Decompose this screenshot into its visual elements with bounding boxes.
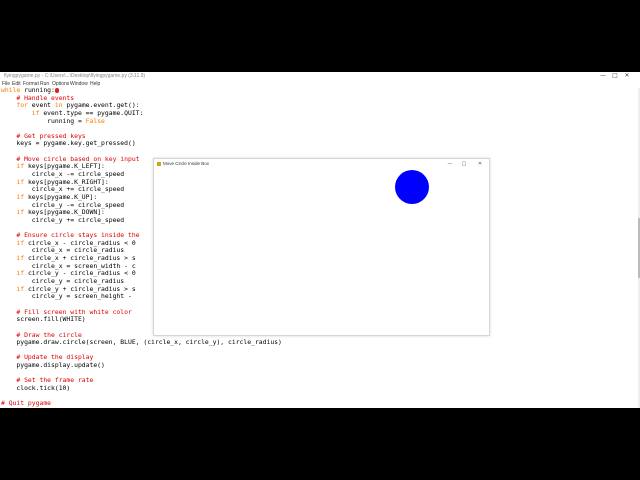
code-line[interactable]: clock.tick(10) — [1, 383, 282, 393]
code-token: pygame.display.update() — [1, 361, 105, 370]
code-line[interactable]: pygame.draw.circle(screen, BLUE, (circle… — [1, 338, 282, 347]
editor-title: flyingpygame.py - C:\Users\...\Desktop\f… — [4, 73, 146, 79]
code-token: False — [85, 116, 105, 125]
editor-titlebar[interactable]: flyingpygame.py - C:\Users\...\Desktop\f… — [0, 72, 640, 80]
game-maximize-button[interactable]: □ — [459, 159, 469, 169]
code-token: clock.tick(10) — [1, 383, 71, 392]
game-close-button[interactable]: ✕ — [475, 159, 485, 169]
minimize-button[interactable]: — — [598, 72, 608, 80]
code-token: circle_y += circle_speed — [1, 215, 125, 224]
breakpoint-icon — [54, 87, 59, 93]
blue-circle — [395, 170, 429, 204]
maximize-button[interactable]: □ — [610, 72, 620, 80]
code-line[interactable]: pygame.display.update() — [1, 361, 282, 370]
code-line[interactable]: running = False — [1, 116, 282, 126]
close-button[interactable]: ✕ — [622, 72, 632, 80]
code-token: screen.fill(WHITE) — [1, 315, 86, 324]
game-titlebar[interactable]: Move Circle Inside Box — □ ✕ — [154, 159, 489, 169]
game-window: Move Circle Inside Box — □ ✕ — [153, 158, 490, 336]
code-token: pygame.draw.circle(screen, BLUE, (circle… — [1, 338, 282, 347]
code-line[interactable]: keys = pygame.key.get_pressed() — [1, 140, 282, 148]
game-surface — [154, 169, 489, 335]
code-token: circle_y = screen_height - — [1, 292, 136, 301]
code-line[interactable]: # Quit pygame — [1, 399, 282, 408]
code-token: keys = pygame.key.get_pressed() — [1, 139, 136, 148]
game-title: Move Circle Inside Box — [163, 161, 210, 166]
code-token: # Quit pygame — [1, 399, 52, 408]
pygame-icon — [157, 162, 161, 166]
game-minimize-button[interactable]: — — [445, 159, 455, 169]
code-token: running = — [1, 116, 86, 125]
